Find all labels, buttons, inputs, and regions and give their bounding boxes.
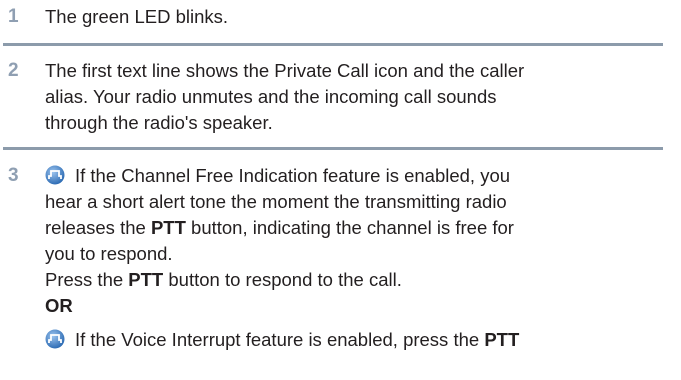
text-span: button to respond to the call. [163, 269, 402, 290]
step-divider [3, 43, 663, 46]
text-line: through the radio's speaker. [45, 112, 273, 133]
text-span: If the Voice Interrupt feature is enable… [75, 329, 485, 350]
text-span: button, indicating the channel is free f… [185, 217, 514, 238]
voice-interrupt-icon [45, 329, 65, 349]
channel-free-indication-icon [45, 165, 65, 185]
text-line: hear a short alert tone the moment the t… [45, 191, 507, 212]
or-text: OR [45, 295, 73, 316]
text-line: The first text line shows the Private Ca… [45, 60, 525, 81]
step-text: The green LED blinks. [45, 6, 229, 27]
text-line: releases the PTT button, indicating the … [45, 215, 665, 241]
step-number: 3 [8, 165, 19, 186]
text-line: alias. Your radio unmutes and the incomi… [45, 86, 497, 107]
text-line: you to respond. [45, 243, 173, 264]
or-label: OR [45, 293, 665, 319]
text-line: Press the PTT button to respond to the c… [45, 267, 665, 293]
step-text: If the Channel Free Indication feature i… [45, 163, 665, 353]
text-line: If the Voice Interrupt feature is enable… [45, 327, 665, 353]
step-number: 2 [8, 60, 19, 81]
ptt-label: PTT [128, 269, 164, 290]
text-span: If the Channel Free Indication feature i… [75, 165, 511, 186]
text-span: releases the [45, 217, 151, 238]
document-page: 1 The green LED blinks. 2 The first text… [0, 0, 681, 380]
ptt-label: PTT [484, 329, 520, 350]
text-span: Press the [45, 269, 129, 290]
step-text: The first text line shows the Private Ca… [45, 58, 665, 136]
step-number: 1 [8, 6, 19, 27]
step-divider [3, 147, 663, 150]
ptt-label: PTT [150, 217, 186, 238]
text-line: If the Channel Free Indication feature i… [45, 163, 665, 189]
